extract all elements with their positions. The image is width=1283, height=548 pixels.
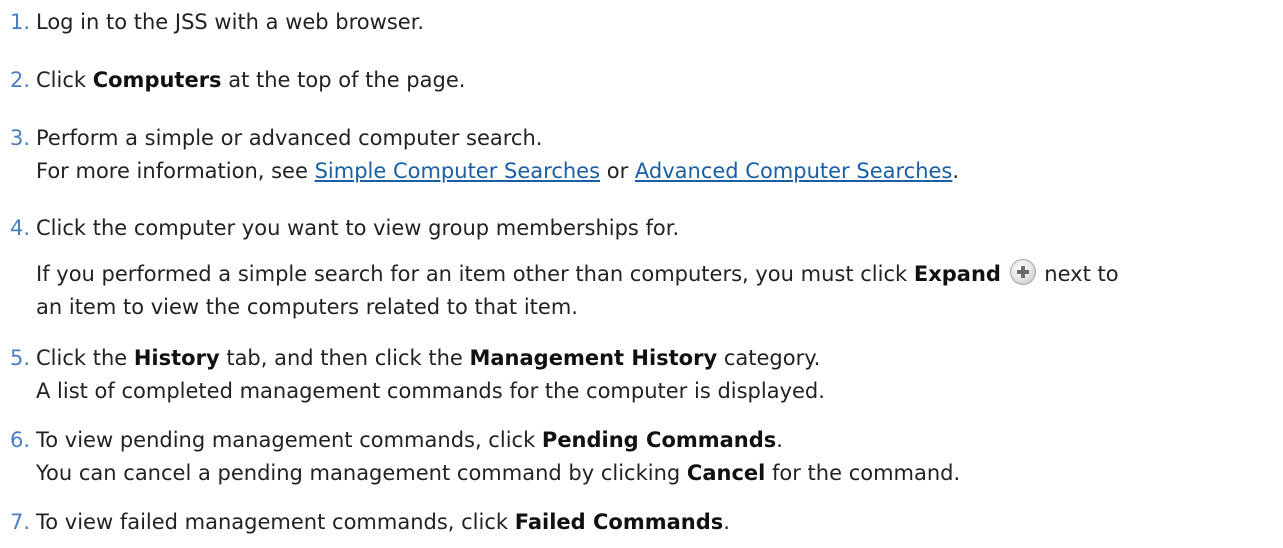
cancel-label: Cancel [686,461,766,485]
step-4-para-line-2: an item to view the computers related to… [10,291,1275,324]
expand-label: Expand [913,262,1001,286]
step-number: 1. [10,10,31,34]
step-text-line-2: A list of completed management commands … [36,379,825,403]
step-3-line-1: 3. Perform a simple or advanced computer … [10,122,1275,155]
step-number: 2. [10,68,31,92]
failed-commands-label: Failed Commands [514,510,724,534]
step-text: Click the computer you want to view grou… [36,216,680,240]
pending-commands-label: Pending Commands [541,428,777,452]
step-number: 6. [10,428,31,452]
step-text-line-2-pre: You can cancel a pending management comm… [36,461,687,485]
step-4: 4. Click the computer you want to view gr… [10,212,1275,324]
step-6: 6. To view pending management commands, c… [10,424,1275,490]
step-2-line: 2. Click Computers at the top of the page… [10,64,1275,97]
step-6-line-2: You can cancel a pending management comm… [10,457,1275,490]
step-text: Perform a simple or advanced computer se… [36,126,543,150]
step-number: 5. [10,346,31,370]
expand-plus-icon [1009,259,1036,285]
step-para-pre: If you performed a simple search for an … [36,262,914,286]
step-number: 3. [10,126,31,150]
step-7: 7. To view failed management commands, cl… [10,506,1275,539]
step-5: 5. Click the History tab, and then click … [10,342,1275,408]
step-1: 1. Log in to the JSS with a web browser. [10,6,1275,39]
step-para-line-2: an item to view the computers related to… [36,295,578,319]
step-text-mid: or [600,159,635,183]
step-text: Log in to the JSS with a web browser. [36,10,425,34]
computers-label: Computers [92,68,222,92]
step-text-post: . [776,428,783,452]
step-3-line-2: For more information, see Simple Compute… [10,155,1275,188]
step-number: 7. [10,510,31,534]
management-history-label: Management History [469,346,718,370]
step-1-line: 1. Log in to the JSS with a web browser. [10,6,1275,39]
step-6-line-1: 6. To view pending management commands, c… [10,424,1275,457]
step-text-pre: To view pending management commands, cli… [36,428,542,452]
step-text-line-2-post: for the command. [765,461,961,485]
step-text-post: . [723,510,730,534]
step-number: 4. [10,216,31,240]
step-5-line-2: A list of completed management commands … [10,375,1275,408]
step-text-post: category. [717,346,821,370]
advanced-computer-searches-link[interactable]: Advanced Computer Searches [635,159,952,183]
step-3: 3. Perform a simple or advanced computer … [10,122,1275,188]
step-text-pre: Click the [36,346,134,370]
step-text-pre: To view failed management commands, clic… [36,510,515,534]
step-text-pre: For more information, see [36,159,315,183]
step-text-post: at the top of the page. [221,68,466,92]
step-2: 2. Click Computers at the top of the page… [10,64,1275,97]
history-tab-label: History [133,346,220,370]
step-5-line-1: 5. Click the History tab, and then click … [10,342,1275,375]
step-7-line: 7. To view failed management commands, cl… [10,506,1275,539]
step-4-para-line-1: If you performed a simple search for an … [10,258,1275,291]
step-text-mid: tab, and then click the [219,346,470,370]
step-text-pre: Click [36,68,93,92]
step-text-post: . [952,159,960,183]
step-para-post: next to [1037,262,1119,286]
step-4-line-1: 4. Click the computer you want to view gr… [10,212,1275,245]
simple-computer-searches-link[interactable]: Simple Computer Searches [315,159,600,183]
